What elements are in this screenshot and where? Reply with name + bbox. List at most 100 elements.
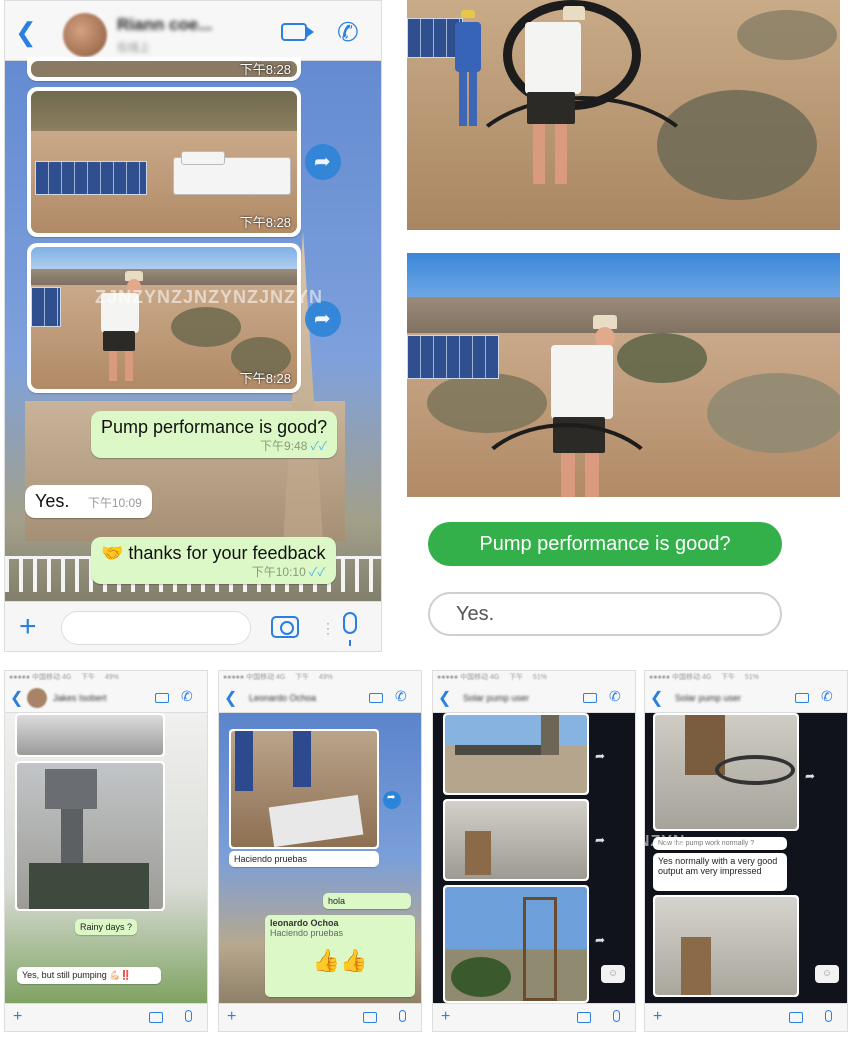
image-timestamp: 下午8:28 xyxy=(239,371,291,386)
image-message[interactable] xyxy=(653,713,799,831)
status-bar: ●●●●● 中国移动 4G 下午 51% xyxy=(433,671,635,685)
incoming-message[interactable]: Haciendo pruebas xyxy=(229,851,379,867)
answer-pill: Yes. xyxy=(428,592,782,636)
contact-name[interactable]: Jakes Isobert xyxy=(53,693,107,703)
attach-plus-icon[interactable]: + xyxy=(441,1008,450,1026)
forward-icon[interactable]: ➦ xyxy=(595,749,605,763)
microphone-icon[interactable] xyxy=(185,1010,192,1022)
image-timestamp: 下午8:28 xyxy=(239,62,291,77)
image-message[interactable] xyxy=(653,895,799,997)
incoming-message[interactable]: Yes normally with a very good output am … xyxy=(653,853,787,891)
contact-name[interactable]: Solar pump user xyxy=(463,693,529,703)
forward-icon[interactable] xyxy=(305,144,341,180)
photo-workers-pipe-coil xyxy=(407,0,840,230)
camera-icon[interactable] xyxy=(577,1012,591,1023)
forward-icon[interactable]: ➦ xyxy=(595,833,605,847)
back-chevron-icon[interactable]: ❮ xyxy=(224,688,237,708)
back-chevron-icon[interactable]: ❮ xyxy=(438,688,451,708)
chat-header: ❮ Solar pump user ✆ xyxy=(433,685,635,713)
video-call-icon[interactable] xyxy=(281,23,314,41)
image-message[interactable]: 下午8:28 xyxy=(27,57,301,81)
back-chevron-icon[interactable]: ❮ xyxy=(10,688,23,708)
message-input-bar: + xyxy=(5,1003,207,1031)
message-input[interactable] xyxy=(61,611,251,645)
camera-icon[interactable] xyxy=(363,1012,377,1023)
photo-pipe-closeup xyxy=(655,715,797,829)
attach-plus-icon[interactable]: + xyxy=(653,1008,662,1026)
outgoing-message[interactable]: Pump performance is good? 下午9:48 ✓✓ xyxy=(91,411,338,458)
voice-call-icon[interactable]: ✆ xyxy=(181,688,193,705)
message-input-bar: + ⋮ xyxy=(5,601,381,651)
contact-name[interactable]: Riann coe... xyxy=(117,15,212,35)
camera-icon[interactable] xyxy=(789,1012,803,1023)
contact-name[interactable]: Solar pump user xyxy=(675,693,741,703)
forward-icon[interactable]: ➦ xyxy=(805,769,815,783)
emoji-icon[interactable]: ☺ xyxy=(601,965,625,983)
message-timestamp: 下午9:48 ✓✓ xyxy=(260,439,328,453)
contact-avatar[interactable] xyxy=(27,688,47,708)
image-message[interactable] xyxy=(229,729,379,849)
read-receipt-icon: ✓✓ xyxy=(310,439,328,453)
message-input-bar: + xyxy=(219,1003,421,1031)
mini-chat-screen-4: ●●●●● 中国移动 4G 下午 51% ❮ Solar pump user ✆… xyxy=(644,670,848,1032)
message-text: Yes. xyxy=(35,491,70,511)
attach-plus-icon[interactable]: + xyxy=(227,1008,236,1026)
mini-chat-screen-2: ●●●●● 中国移动 4G 下午 49% ❮ Leonardo Ochoa ✆ … xyxy=(218,670,422,1032)
image-message[interactable] xyxy=(15,713,165,757)
contact-avatar[interactable] xyxy=(63,13,107,57)
message-text: Pump performance is good? xyxy=(101,417,328,437)
chat-header: ❮ Leonardo Ochoa ✆ xyxy=(219,685,421,713)
chat-body: ➦ Now the pump work normally ? Yes norma… xyxy=(645,713,847,1003)
forward-icon[interactable]: ➦ xyxy=(595,933,605,947)
voice-call-icon[interactable]: ✆ xyxy=(337,17,359,48)
voice-call-icon[interactable]: ✆ xyxy=(395,688,407,705)
outgoing-message[interactable]: leonardo Ochoa Haciendo pruebas 👍👍 xyxy=(265,915,415,997)
image-message[interactable]: 下午8:28 xyxy=(27,243,301,393)
outgoing-message[interactable]: hola xyxy=(323,893,411,909)
photo-wellhead-closeup xyxy=(655,897,797,995)
image-message[interactable] xyxy=(443,799,589,881)
microphone-icon[interactable] xyxy=(399,1010,406,1022)
voice-call-icon[interactable]: ✆ xyxy=(821,688,833,705)
image-timestamp: 下午8:28 xyxy=(239,215,291,230)
mini-chat-screen-3: ●●●●● 中国移动 4G 下午 51% ❮ Solar pump user ✆… xyxy=(432,670,636,1032)
back-chevron-icon[interactable]: ❮ xyxy=(650,688,663,708)
voice-call-icon[interactable]: ✆ xyxy=(609,688,621,705)
camera-icon[interactable] xyxy=(271,616,299,638)
back-chevron-icon[interactable]: ❮ xyxy=(15,19,37,45)
photo-water-tower xyxy=(17,763,163,909)
watermark: ZJNZYNZJNZYNZJNZYN xyxy=(95,287,324,307)
outgoing-message[interactable]: Rainy days ? xyxy=(75,919,138,935)
microphone-icon[interactable] xyxy=(825,1010,832,1022)
camera-icon[interactable] xyxy=(149,1012,163,1023)
divider-dots-icon: ⋮ xyxy=(321,620,335,636)
image-message[interactable] xyxy=(443,885,589,1003)
chat-body: Haciendo pruebas hola leonardo Ochoa Hac… xyxy=(219,713,421,1003)
mini-chat-screen-1: ●●●●● 中国移动 4G 下午 49% ❮ Jakes Isobert ✆ R… xyxy=(4,670,208,1032)
status-bar: ●●●●● 中国移动 4G 下午 49% xyxy=(219,671,421,685)
chat-header: ❮ Jakes Isobert ✆ xyxy=(5,685,207,713)
image-message[interactable] xyxy=(443,713,589,795)
contact-name[interactable]: Leonardo Ochoa xyxy=(249,693,316,703)
photo-solar-site xyxy=(445,715,587,793)
forward-icon[interactable] xyxy=(383,791,401,809)
microphone-icon[interactable] xyxy=(613,1010,620,1022)
image-message[interactable]: 下午8:28 xyxy=(27,87,301,237)
incoming-message[interactable]: Yes. 下午10:09 xyxy=(25,485,152,518)
video-call-icon[interactable] xyxy=(369,693,383,703)
image-message[interactable] xyxy=(15,761,165,911)
status-bar: ●●●●● 中国移动 4G 下午 49% xyxy=(5,671,207,685)
thumbs-up-emoji: 👍👍 xyxy=(312,948,368,973)
microphone-icon[interactable] xyxy=(343,612,357,646)
contact-status: 在线上 xyxy=(117,42,150,54)
outgoing-message[interactable]: 🤝 thanks for your feedback 下午10:10 ✓✓ xyxy=(91,537,336,584)
video-call-icon[interactable] xyxy=(795,693,809,703)
video-call-icon[interactable] xyxy=(583,693,597,703)
emoji-icon[interactable]: ☺ xyxy=(815,965,839,983)
incoming-message[interactable]: Yes, but still pumping 💪🏻‼️ xyxy=(17,967,161,984)
attach-plus-icon[interactable]: + xyxy=(13,1008,22,1026)
status-bar: ●●●●● 中国移动 4G 下午 51% xyxy=(645,671,847,685)
question-pill: Pump performance is good? xyxy=(428,522,782,566)
attach-plus-icon[interactable]: + xyxy=(19,612,37,642)
video-call-icon[interactable] xyxy=(155,693,169,703)
